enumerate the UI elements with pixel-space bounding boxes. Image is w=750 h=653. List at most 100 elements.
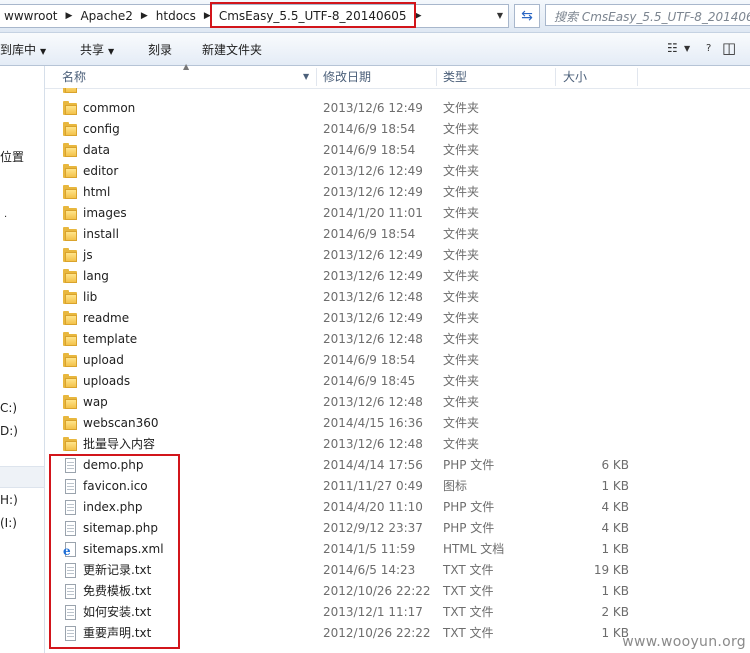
list-item[interactable]: [45, 88, 750, 97]
breadcrumb-current-folder[interactable]: CmsEasy_5.5_UTF-8_20140605: [215, 5, 411, 27]
chevron-right-icon[interactable]: ▶: [411, 11, 426, 21]
preview-pane-icon[interactable]: ◫: [722, 39, 736, 57]
file-type: 文件夹: [443, 164, 480, 178]
column-header-date[interactable]: 修改日期: [323, 66, 371, 88]
chevron-right-icon[interactable]: ▶: [62, 11, 77, 21]
list-item[interactable]: webscan360 2014/4/15 16:36 文件夹: [45, 413, 750, 434]
file-size: [555, 371, 629, 392]
chevron-right-icon[interactable]: ▶: [137, 11, 152, 21]
chevron-down-icon[interactable]: ▼: [492, 4, 508, 26]
file-size: [555, 182, 629, 203]
modified-date: 2014/6/9 18:54: [323, 122, 416, 136]
column-header-type[interactable]: 类型: [443, 66, 467, 88]
file-size: 19 KB: [593, 563, 629, 577]
breadcrumb-wwwroot[interactable]: wwwroot: [0, 5, 62, 27]
file-size: [555, 392, 629, 413]
list-item[interactable]: install 2014/6/9 18:54 文件夹: [45, 224, 750, 245]
nav-item-drive-h[interactable]: H:): [0, 493, 18, 507]
file-type: PHP 文件: [443, 458, 495, 472]
modified-date: 2011/11/27 0:49: [323, 479, 423, 493]
list-item[interactable]: data 2014/6/9 18:54 文件夹: [45, 140, 750, 161]
nav-item-locations[interactable]: 位置: [0, 148, 24, 165]
chevron-right-icon[interactable]: ▶: [200, 11, 215, 21]
modified-date: 2013/12/6 12:49: [323, 248, 423, 262]
list-item[interactable]: index.php 2014/4/20 11:10 PHP 文件 4 KB: [45, 497, 750, 518]
list-item[interactable]: editor 2013/12/6 12:49 文件夹: [45, 161, 750, 182]
list-item[interactable]: 批量导入内容 2013/12/6 12:48 文件夹: [45, 434, 750, 455]
column-divider[interactable]: [637, 68, 638, 86]
file-type: PHP 文件: [443, 521, 495, 535]
refresh-button[interactable]: ⇆: [514, 4, 540, 28]
modified-date: 2014/6/9 18:45: [323, 374, 416, 388]
address-bar[interactable]: wwwroot ▶ Apache2 ▶ htdocs ▶ CmsEasy_5.5…: [0, 4, 509, 28]
file-name: uploads: [83, 374, 131, 388]
file-name: sitemaps.xml: [83, 542, 164, 556]
nav-item-drive-i[interactable]: (I:): [0, 516, 17, 530]
new-folder-button[interactable]: 新建文件夹: [202, 41, 262, 58]
modified-date: 2013/12/6 12:48: [323, 395, 423, 409]
modified-date: 2013/12/6 12:49: [323, 101, 423, 115]
file-type: TXT 文件: [443, 626, 494, 640]
list-item[interactable]: e sitemaps.xml 2014/1/5 11:59 HTML 文档 1 KB: [45, 539, 750, 560]
share-button[interactable]: 共享 ▼: [80, 41, 114, 58]
modified-date: 2014/4/15 16:36: [323, 416, 423, 430]
include-in-library-label: 到库中: [0, 43, 37, 57]
list-item[interactable]: images 2014/1/20 11:01 文件夹: [45, 203, 750, 224]
search-input[interactable]: 搜索 CmsEasy_5.5_UTF-8_20140605: [545, 4, 750, 26]
list-item[interactable]: js 2013/12/6 12:49 文件夹: [45, 245, 750, 266]
list-item[interactable]: config 2014/6/9 18:54 文件夹: [45, 119, 750, 140]
list-item[interactable]: 更新记录.txt 2014/6/5 14:23 TXT 文件 19 KB: [45, 560, 750, 581]
include-in-library-button[interactable]: 到库中 ▼: [0, 41, 46, 58]
file-name: 重要声明.txt: [83, 626, 152, 640]
file-type: 文件夹: [443, 227, 480, 241]
list-item[interactable]: readme 2013/12/6 12:49 文件夹: [45, 308, 750, 329]
column-header-name[interactable]: 名称: [62, 66, 86, 88]
column-divider[interactable]: [316, 68, 317, 86]
breadcrumb-htdocs[interactable]: htdocs: [152, 5, 200, 27]
file-name: sitemap.php: [83, 521, 158, 535]
chevron-down-icon[interactable]: ▼: [684, 44, 690, 53]
file-type: 图标: [443, 479, 468, 493]
folder-icon: [63, 437, 79, 452]
file-name: images: [83, 206, 127, 220]
nav-selected-row[interactable]: [0, 466, 44, 488]
help-icon[interactable]: ?: [706, 43, 711, 54]
list-item[interactable]: sitemap.php 2012/9/12 23:37 PHP 文件 4 KB: [45, 518, 750, 539]
list-item[interactable]: html 2013/12/6 12:49 文件夹: [45, 182, 750, 203]
file-size: [555, 203, 629, 224]
burn-button[interactable]: 刻录: [148, 41, 172, 58]
file-type: TXT 文件: [443, 584, 494, 598]
column-divider[interactable]: [436, 68, 437, 86]
nav-item-drive-d[interactable]: D:): [0, 424, 18, 438]
folder-icon: [63, 185, 79, 200]
chevron-down-icon[interactable]: ▼: [303, 66, 309, 88]
list-item[interactable]: common 2013/12/6 12:49 文件夹: [45, 98, 750, 119]
file-type: HTML 文档: [443, 542, 505, 556]
list-item[interactable]: lib 2013/12/6 12:48 文件夹: [45, 287, 750, 308]
file-list: common 2013/12/6 12:49 文件夹 config 2014/6/9 1…: [45, 88, 750, 653]
file-size: [555, 350, 629, 371]
file-icon: [63, 584, 79, 599]
file-name: wap: [83, 395, 108, 409]
list-item[interactable]: favicon.ico 2011/11/27 0:49 图标 1 KB: [45, 476, 750, 497]
list-item[interactable]: 如何安装.txt 2013/12/1 11:17 TXT 文件 2 KB: [45, 602, 750, 623]
file-name: editor: [83, 164, 119, 178]
list-item[interactable]: template 2013/12/6 12:48 文件夹: [45, 329, 750, 350]
file-name: favicon.ico: [83, 479, 148, 493]
modified-date: 2014/6/9 18:54: [323, 143, 416, 157]
nav-item-drive-c[interactable]: C:): [0, 401, 17, 415]
list-item[interactable]: wap 2013/12/6 12:48 文件夹: [45, 392, 750, 413]
column-header-size[interactable]: 大小: [563, 66, 587, 88]
list-item[interactable]: upload 2014/6/9 18:54 文件夹: [45, 350, 750, 371]
list-item[interactable]: demo.php 2014/4/14 17:56 PHP 文件 6 KB: [45, 455, 750, 476]
file-size: 2 KB: [601, 605, 629, 619]
view-options-icon[interactable]: ☷: [667, 41, 678, 55]
breadcrumb-apache2[interactable]: Apache2: [76, 5, 136, 27]
file-size: [555, 245, 629, 266]
column-divider[interactable]: [555, 68, 556, 86]
list-item[interactable]: uploads 2014/6/9 18:45 文件夹: [45, 371, 750, 392]
list-item[interactable]: 免费模板.txt 2012/10/26 22:22 TXT 文件 1 KB: [45, 581, 750, 602]
modified-date: 2013/12/6 12:49: [323, 311, 423, 325]
list-item[interactable]: lang 2013/12/6 12:49 文件夹: [45, 266, 750, 287]
file-name: common: [83, 101, 136, 115]
